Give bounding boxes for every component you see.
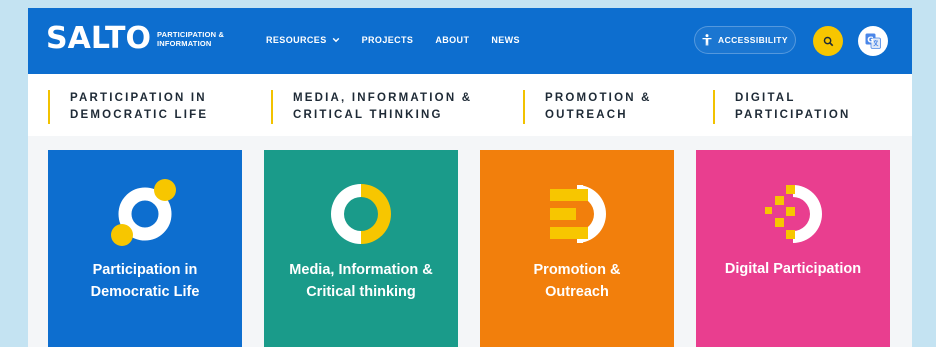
nav-about[interactable]: ABOUT xyxy=(435,35,469,45)
promotion-icon xyxy=(550,185,606,243)
search-button[interactable] xyxy=(813,26,843,56)
logo-subtitle: PARTICIPATION & INFORMATION xyxy=(157,30,224,48)
category-digital[interactable]: DIGITAL PARTICIPATION xyxy=(713,90,851,124)
category-promotion[interactable]: PROMOTION & OUTREACH xyxy=(523,90,652,124)
accessibility-icon xyxy=(702,34,712,46)
search-icon xyxy=(823,36,833,46)
category-line1: PROMOTION & xyxy=(545,92,652,104)
category-line1: DIGITAL xyxy=(735,92,796,104)
category-line2: PARTICIPATION xyxy=(735,109,851,121)
media-icon xyxy=(331,184,391,244)
salto-logo[interactable]: SALTO PARTICIPATION & INFORMATION xyxy=(46,24,224,54)
card-title-line1: Promotion & xyxy=(533,262,621,278)
category-participation[interactable]: PARTICIPATION IN DEMOCRATIC LIFE xyxy=(48,90,208,124)
card-title-line1: Participation in xyxy=(92,262,198,278)
card-title-line2: Critical thinking xyxy=(306,284,416,300)
chevron-down-icon xyxy=(332,37,339,43)
card-participation[interactable]: Participation in Democratic Life xyxy=(48,150,242,347)
card-digital[interactable]: Digital Participation xyxy=(696,150,890,347)
main-nav: RESOURCES PROJECTS ABOUT NEWS xyxy=(266,35,542,45)
page: SALTO PARTICIPATION & INFORMATION RESOUR… xyxy=(28,8,912,347)
card-title: Digital Participation xyxy=(696,258,890,280)
category-line2: CRITICAL THINKING xyxy=(293,109,443,121)
accessibility-button[interactable]: ACCESSIBILITY xyxy=(694,26,796,54)
accessibility-label: ACCESSIBILITY xyxy=(718,35,788,45)
svg-text:G: G xyxy=(867,36,874,45)
category-line1: PARTICIPATION IN xyxy=(70,92,207,104)
logo-subtitle-line1: PARTICIPATION & xyxy=(156,30,225,39)
digital-icon xyxy=(765,185,822,243)
card-promotion[interactable]: Promotion & Outreach xyxy=(480,150,674,347)
category-media[interactable]: MEDIA, INFORMATION & CRITICAL THINKING xyxy=(271,90,472,124)
card-media[interactable]: Media, Information & Critical thinking xyxy=(264,150,458,347)
card-title-line2: Democratic Life xyxy=(90,284,200,300)
site-header: SALTO PARTICIPATION & INFORMATION RESOUR… xyxy=(28,8,912,74)
card-title: Media, Information & Critical thinking xyxy=(264,259,458,303)
logo-subtitle-line2: INFORMATION xyxy=(156,39,212,48)
translate-icon: G xyxy=(865,33,881,49)
card-title-line2: Outreach xyxy=(545,284,609,300)
category-bar: PARTICIPATION IN DEMOCRATIC LIFE MEDIA, … xyxy=(28,74,912,136)
card-title-line1: Media, Information & xyxy=(289,262,433,278)
translate-button[interactable]: G xyxy=(858,26,888,56)
category-line1: MEDIA, INFORMATION & xyxy=(293,92,473,104)
participation-icon xyxy=(111,179,176,246)
nav-projects[interactable]: PROJECTS xyxy=(362,35,414,45)
nav-resources[interactable]: RESOURCES xyxy=(266,35,340,45)
nav-news[interactable]: NEWS xyxy=(491,35,520,45)
card-title-line1: Digital Participation xyxy=(724,261,862,277)
category-line2: DEMOCRATIC LIFE xyxy=(70,109,209,121)
logo-wordmark: SALTO xyxy=(46,21,151,56)
category-line2: OUTREACH xyxy=(545,109,628,121)
nav-resources-label: RESOURCES xyxy=(266,35,327,45)
card-title: Participation in Democratic Life xyxy=(48,259,242,303)
card-title: Promotion & Outreach xyxy=(480,259,674,303)
